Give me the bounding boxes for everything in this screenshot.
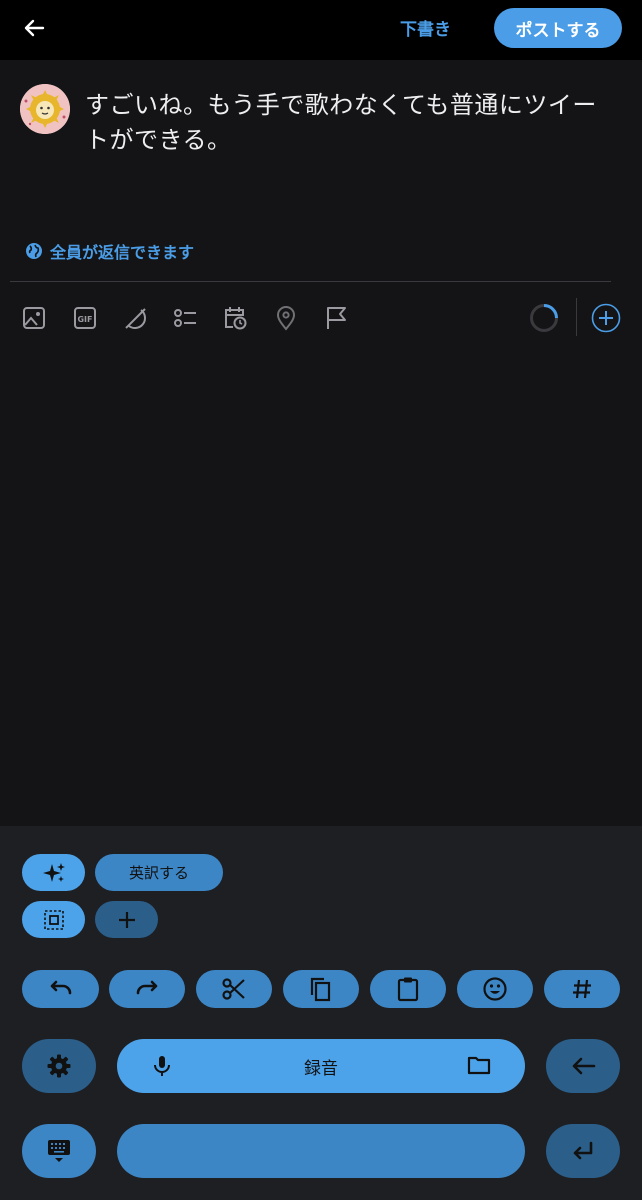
gif-button[interactable]: GIF <box>71 304 99 332</box>
grok-icon <box>125 308 146 329</box>
top-app-bar: 下書き ポストする <box>0 0 642 60</box>
enter-button[interactable] <box>546 1124 620 1178</box>
character-count-ring <box>530 304 558 332</box>
compose-area <box>0 60 642 826</box>
keyboard-switch-button[interactable] <box>22 1124 96 1178</box>
hashtag-icon <box>573 979 591 999</box>
globe-icon <box>26 243 42 259</box>
folder-icon[interactable] <box>467 1054 491 1076</box>
select-all-icon <box>43 909 64 930</box>
lion-avatar-icon <box>20 84 70 134</box>
svg-text:GIF: GIF <box>77 315 92 324</box>
schedule-icon <box>225 307 247 330</box>
drafts-link[interactable]: 下書き <box>400 15 451 40</box>
scissors-icon <box>222 978 245 1000</box>
translate-suggestion[interactable]: 英訳する <box>95 854 223 891</box>
reply-setting[interactable]: 全員が返信できます <box>25 239 194 263</box>
poll-button[interactable] <box>171 304 199 332</box>
sparkle-icon <box>42 862 65 882</box>
arrow-left-icon <box>24 19 45 37</box>
post-text-input[interactable]: すごいね。もう手で歌わなくても普通にツイートができる。 <box>85 88 620 158</box>
copy-icon <box>310 977 331 1002</box>
paste-button[interactable] <box>370 970 446 1008</box>
flag-icon <box>327 307 346 329</box>
gif-icon: GIF <box>74 307 96 329</box>
keyboard-icon <box>48 1140 70 1162</box>
toolbar-divider <box>576 298 577 336</box>
location-icon <box>276 306 296 331</box>
post-button[interactable]: ポストする <box>494 8 622 48</box>
translate-suggestion-label: 英訳する <box>128 864 189 882</box>
cut-button[interactable] <box>196 970 272 1008</box>
undo-icon <box>50 980 71 995</box>
redo-button[interactable] <box>109 970 185 1008</box>
clipboard-icon <box>397 977 419 1002</box>
reply-setting-label: 全員が返信できます <box>50 243 195 262</box>
image-button[interactable] <box>20 304 48 332</box>
enter-icon <box>573 1141 593 1160</box>
redo-icon <box>136 980 158 995</box>
voice-input-bar[interactable]: 録音 <box>117 1039 525 1093</box>
backspace-button[interactable] <box>546 1039 620 1093</box>
voice-input-label: 録音 <box>304 1058 338 1079</box>
emoji-icon <box>483 977 507 1001</box>
microphone-icon[interactable] <box>151 1054 173 1078</box>
plus-icon <box>118 911 135 928</box>
select-text-button[interactable] <box>22 901 85 938</box>
poll-icon <box>174 309 196 327</box>
settings-button[interactable] <box>22 1039 96 1093</box>
back-button[interactable] <box>14 10 54 46</box>
gear-icon <box>47 1054 71 1078</box>
grok-button[interactable] <box>121 304 149 332</box>
location-button[interactable] <box>272 304 300 332</box>
copy-button[interactable] <box>283 970 359 1008</box>
ai-sparkle-button[interactable] <box>22 854 85 891</box>
add-button[interactable] <box>95 901 158 938</box>
divider <box>10 281 611 282</box>
image-icon <box>23 307 45 329</box>
schedule-button[interactable] <box>221 304 249 332</box>
hashtag-button[interactable] <box>544 970 620 1008</box>
spacebar[interactable] <box>117 1124 525 1178</box>
avatar[interactable] <box>20 84 70 134</box>
arrow-left-icon <box>572 1057 596 1075</box>
undo-button[interactable] <box>22 970 99 1008</box>
emoji-button[interactable] <box>457 970 533 1008</box>
flag-button[interactable] <box>322 304 350 332</box>
add-post-button[interactable] <box>591 303 621 333</box>
